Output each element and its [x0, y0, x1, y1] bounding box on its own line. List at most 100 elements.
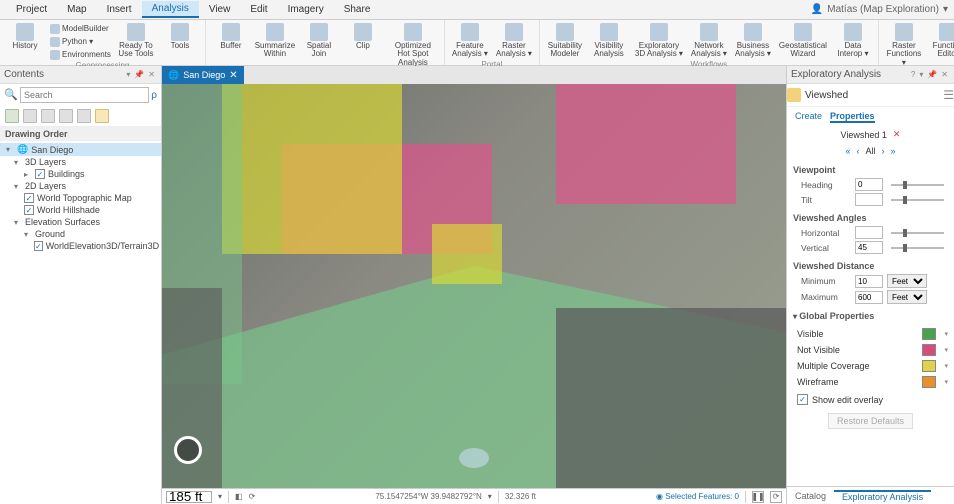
business-analysis-button[interactable]: Business Analysis ▾ — [732, 22, 774, 60]
tab-create[interactable]: Create — [795, 111, 822, 123]
data-interop-button[interactable]: Data Interop ▾ — [832, 22, 874, 60]
raster-analysis-button[interactable]: Raster Analysis ▾ — [493, 22, 535, 60]
tab-imagery[interactable]: Imagery — [278, 2, 334, 17]
topo-row[interactable]: ✓World Topographic Map — [0, 192, 161, 204]
compass-icon[interactable] — [174, 436, 202, 464]
vertical-slider[interactable] — [891, 247, 944, 249]
close-tab-icon[interactable]: ✕ — [229, 70, 237, 81]
network-analysis-button[interactable]: Network Analysis ▾ — [688, 22, 730, 60]
feature-analysis-button[interactable]: Feature Analysis ▾ — [449, 22, 491, 60]
list-by-selection-icon[interactable] — [41, 109, 55, 123]
multi-swatch[interactable] — [922, 360, 936, 372]
tilt-slider[interactable] — [891, 199, 944, 201]
list-by-editing-icon[interactable] — [59, 109, 73, 123]
ready-to-use-tools-button[interactable]: Ready To Use Tools — [115, 22, 157, 61]
scale-dropdown-icon[interactable]: ▾ — [218, 492, 222, 501]
environments-button[interactable]: Environments — [48, 49, 113, 61]
worldelev-row[interactable]: ✓WorldElevation3D/Terrain3D — [0, 240, 161, 252]
hillshade-checkbox[interactable]: ✓ — [24, 205, 34, 215]
tab-properties[interactable]: Properties — [830, 111, 875, 123]
contents-search-input[interactable] — [20, 87, 149, 103]
heading-input[interactable] — [855, 178, 883, 191]
ea-pin-icon[interactable]: 📌 — [925, 70, 939, 79]
ea-close-icon[interactable]: ✕ — [939, 70, 950, 79]
wire-swatch[interactable] — [922, 376, 936, 388]
list-by-labeling-icon[interactable] — [95, 109, 109, 123]
2d-layers-row[interactable]: ▾2D Layers — [0, 180, 161, 192]
search-help-icon[interactable]: ρ — [151, 90, 157, 101]
panel-close-icon[interactable]: ✕ — [146, 70, 157, 79]
tab-map[interactable]: Map — [57, 2, 96, 17]
status-icon-2[interactable]: ⟳ — [249, 492, 256, 501]
delete-viewshed-icon[interactable]: ✕ — [893, 129, 901, 140]
history-button[interactable]: History — [4, 22, 46, 61]
scene-row[interactable]: ▾🌐San Diego — [0, 143, 161, 156]
buildings-row[interactable]: ▸✓Buildings — [0, 168, 161, 180]
tab-insert[interactable]: Insert — [97, 2, 142, 17]
suitability-modeler-button[interactable]: Suitability Modeler — [544, 22, 586, 60]
next-all-icon[interactable]: » — [891, 146, 896, 156]
panel-pin-icon[interactable]: 📌 — [132, 70, 146, 79]
topo-checkbox[interactable]: ✓ — [24, 193, 34, 203]
signed-in-user[interactable]: 👤 Matías (Map Exploration) ▾ — [811, 4, 954, 15]
3d-layers-row[interactable]: ▾3D Layers — [0, 156, 161, 168]
tilt-input[interactable] — [855, 193, 883, 206]
raster-functions-button[interactable]: Raster Functions ▾ — [883, 22, 925, 68]
elevation-row[interactable]: ▾Elevation Surfaces — [0, 216, 161, 228]
next-icon[interactable]: › — [882, 146, 885, 156]
heading-slider[interactable] — [891, 184, 944, 186]
scale-input[interactable] — [166, 491, 212, 503]
prev-all-icon[interactable]: « — [845, 146, 850, 156]
overlay-checkbox[interactable]: ✓ — [797, 394, 808, 405]
geostatistical-wizard-button[interactable]: Geostatistical Wizard — [776, 22, 830, 60]
prev-icon[interactable]: ‹ — [856, 146, 859, 156]
function-editor-button[interactable]: Function Editor — [927, 22, 954, 68]
coords-dropdown-icon[interactable]: ▾ — [488, 492, 492, 501]
buildings-checkbox[interactable]: ✓ — [35, 169, 45, 179]
ea-dropdown-icon[interactable]: ▾ — [917, 70, 925, 79]
worldelev-checkbox[interactable]: ✓ — [34, 241, 43, 251]
tab-view[interactable]: View — [199, 2, 241, 17]
list-by-source-icon[interactable] — [23, 109, 37, 123]
visibility-analysis-button[interactable]: Visibility Analysis — [588, 22, 630, 60]
hillshade-row[interactable]: ✓World Hillshade — [0, 204, 161, 216]
ea-menu-icon[interactable]: ☰ — [943, 88, 954, 102]
notvisible-swatch[interactable] — [922, 344, 936, 356]
tab-edit[interactable]: Edit — [240, 2, 277, 17]
tab-share[interactable]: Share — [334, 2, 381, 17]
vertical-input[interactable] — [855, 241, 883, 254]
status-icon-1[interactable]: ◧ — [235, 492, 243, 501]
3d-scene[interactable] — [162, 84, 786, 488]
list-by-snapping-icon[interactable] — [77, 109, 91, 123]
pause-drawing-button[interactable]: ❚❚ — [752, 491, 764, 503]
map-tab-san-diego[interactable]: 🌐 San Diego ✕ — [162, 66, 244, 84]
buffer-button[interactable]: Buffer — [210, 22, 252, 68]
min-dist-input[interactable] — [855, 275, 883, 288]
python-button[interactable]: Python ▾ — [48, 36, 113, 48]
tab-analysis[interactable]: Analysis — [142, 1, 199, 18]
horizontal-slider[interactable] — [891, 232, 944, 234]
modelbuilder-button[interactable]: ModelBuilder — [48, 23, 113, 35]
ea-help-icon[interactable]: ? — [909, 70, 917, 79]
ground-row[interactable]: ▾Ground — [0, 228, 161, 240]
max-dist-input[interactable] — [855, 291, 883, 304]
summarize-within-button[interactable]: Summarize Within — [254, 22, 296, 68]
panel-dropdown-icon[interactable]: ▾ — [124, 70, 132, 79]
tab-project[interactable]: Project — [6, 2, 57, 17]
visible-swatch[interactable] — [922, 328, 936, 340]
spatial-join-button[interactable]: Spatial Join — [298, 22, 340, 68]
min-dist-unit[interactable]: Feet — [887, 274, 927, 288]
horizontal-input[interactable] — [855, 226, 883, 239]
hotspot-button[interactable]: Optimized Hot Spot Analysis — [386, 22, 440, 68]
navigator-icon[interactable] — [459, 448, 489, 468]
exploratory-3d-button[interactable]: Exploratory 3D Analysis ▾ — [632, 22, 686, 60]
python-label: Python ▾ — [62, 38, 93, 46]
tab-exploratory-analysis[interactable]: Exploratory Analysis — [834, 490, 931, 502]
list-by-drawing-icon[interactable] — [5, 109, 19, 123]
clip-button[interactable]: Clip — [342, 22, 384, 68]
tools-button[interactable]: Tools — [159, 22, 201, 61]
restore-defaults-button: Restore Defaults — [828, 413, 913, 429]
max-dist-unit[interactable]: Feet — [887, 290, 927, 304]
refresh-button[interactable]: ⟳ — [770, 491, 782, 503]
tab-catalog[interactable]: Catalog — [787, 491, 834, 501]
